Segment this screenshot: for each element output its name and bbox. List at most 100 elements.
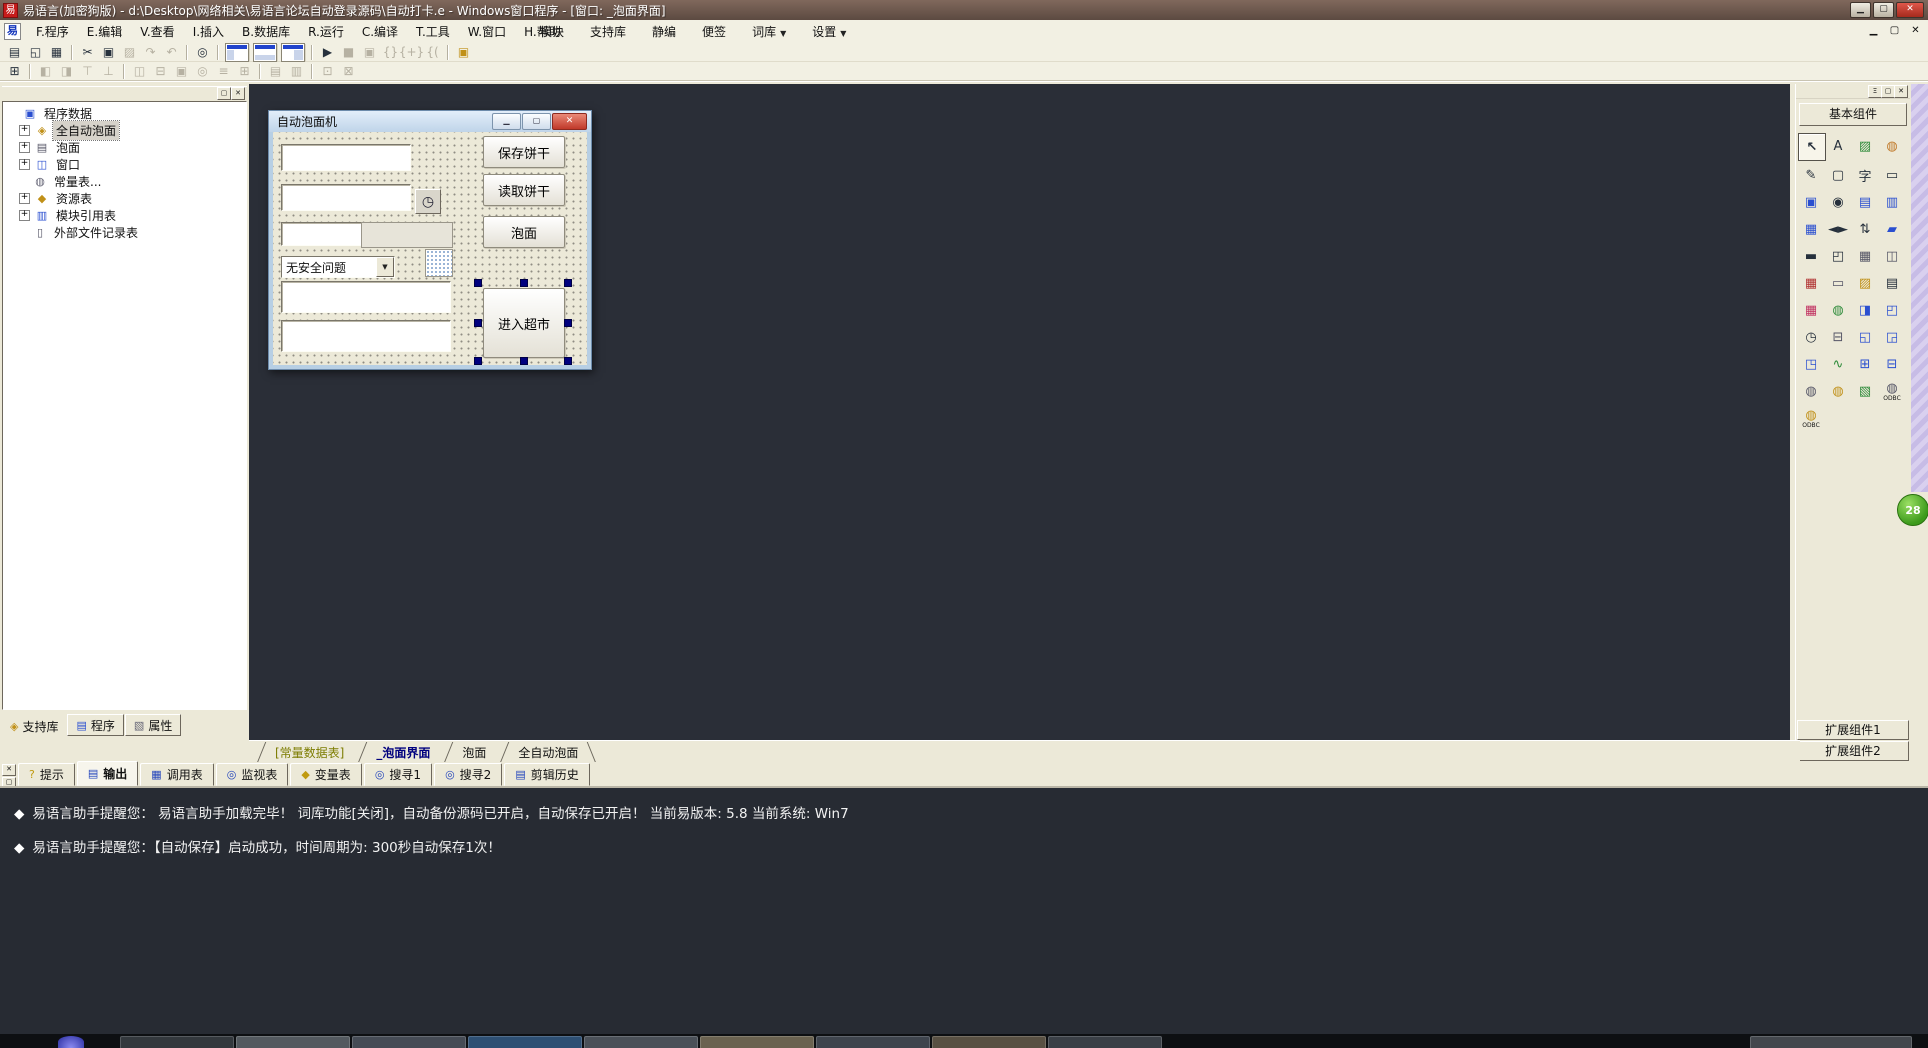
single-line-edit-icon[interactable]: ▭ [1825, 270, 1851, 296]
taskbar-button[interactable] [816, 1036, 930, 1048]
selection-handle[interactable] [564, 319, 572, 327]
form-designer-window[interactable]: 自动泡面机 ▁ ▢ ✕ 保存饼干 ◷ 读取饼干 无安全问题 ▼ 泡面 进入超市 [268, 110, 592, 370]
hscrollbar-icon[interactable]: ◄► [1825, 216, 1851, 242]
extended-components-button-1[interactable]: 扩展组件1 [1797, 720, 1909, 740]
extended-components-button-2[interactable]: 扩展组件2 [1797, 741, 1909, 761]
menu-item-1[interactable]: E.编辑 [78, 20, 131, 43]
toolbox-close-button[interactable]: ✕ [1894, 85, 1908, 98]
minimize-button[interactable]: ▁ [1850, 2, 1871, 18]
label-panel[interactable] [361, 222, 453, 248]
layout-icon[interactable]: ⊟ [1879, 351, 1905, 377]
menu-right-item-1[interactable]: 支持库 [577, 20, 639, 43]
assistant-icon[interactable]: ▣ [454, 44, 473, 61]
copy-icon[interactable]: ▣ [99, 44, 118, 61]
slider-icon[interactable]: ▬ [1798, 243, 1824, 269]
save-icon[interactable]: ▦ [47, 44, 66, 61]
window-component-icon[interactable]: ◰ [1879, 297, 1905, 323]
list-box-icon[interactable]: ▤ [1852, 189, 1878, 215]
form-title-bar[interactable]: 自动泡面机 ▁ ▢ ✕ [269, 111, 591, 132]
client-socket2-icon[interactable]: ◲ [1879, 324, 1905, 350]
start-orb-icon[interactable] [58, 1036, 84, 1048]
cursor-tool-icon[interactable]: ↖ [1798, 133, 1826, 161]
mdi-child-icon[interactable]: 易 [4, 23, 21, 40]
menu-right-item-5[interactable]: 设置 ▼ [799, 20, 859, 43]
database2-icon[interactable]: ◍ [1825, 378, 1851, 404]
new-file-icon[interactable]: ▤ [5, 44, 24, 61]
grid-table-icon[interactable]: ⊞ [1852, 351, 1878, 377]
tree-item-4[interactable]: + ◆ 资源表 [3, 190, 246, 207]
selection-handle[interactable] [564, 279, 572, 287]
menu-right-item-0[interactable]: 模块 [527, 20, 577, 43]
edit-box-icon[interactable]: ✎ [1798, 162, 1824, 188]
menu-item-2[interactable]: V.查看 [131, 20, 183, 43]
open-file-icon[interactable]: ◱ [26, 44, 45, 61]
text-label-icon[interactable]: 字 [1852, 162, 1878, 188]
window-layout-left-icon[interactable] [225, 42, 249, 62]
tree-expander-icon[interactable]: + [19, 142, 30, 153]
checklist-box-icon[interactable]: ▦ [1798, 216, 1824, 242]
tree-expander-icon[interactable]: + [19, 159, 30, 170]
form-design-surface[interactable]: 保存饼干 ◷ 读取饼干 无安全问题 ▼ 泡面 进入超市 [273, 132, 587, 365]
output-tab-搜寻1[interactable]: ◎ 搜寻1 [363, 763, 433, 786]
menu-item-8[interactable]: W.窗口 [459, 20, 515, 43]
panel-tab-支持库[interactable]: ◈ 支持库 [2, 716, 67, 736]
tree-item-3[interactable]: ◍ 常量表... [3, 173, 246, 190]
mdi-minimize-button[interactable]: ▁ [1866, 23, 1881, 38]
tab-control-icon[interactable]: ◰ [1825, 243, 1851, 269]
tree-item-2[interactable]: + ◫ 窗口 [3, 156, 246, 173]
label-component-icon[interactable]: A [1825, 133, 1851, 159]
tree-item-6[interactable]: ▯ 外部文件记录表 [3, 224, 246, 241]
form-grid-icon[interactable]: ⊞ [5, 63, 24, 80]
tree-item-5[interactable]: + ▥ 模块引用表 [3, 207, 246, 224]
project-panel-caption[interactable]: ▢ ✕ [2, 86, 247, 100]
tree-expander-icon[interactable]: + [19, 210, 30, 221]
network-icon[interactable]: ◍ [1825, 297, 1851, 323]
radio-button-icon[interactable]: ◉ [1825, 189, 1851, 215]
basic-components-button[interactable]: 基本组件 [1799, 103, 1907, 126]
read-cookie-button[interactable]: 读取饼干 [483, 174, 565, 206]
enter-market-button[interactable]: 进入超市 [483, 288, 565, 358]
doc-tab-2[interactable]: _泡面界面 [360, 741, 446, 763]
menu-item-4[interactable]: B.数据库 [233, 20, 299, 43]
output-tab-剪辑历史[interactable]: ▤ 剪辑历史 [504, 763, 590, 786]
find-icon[interactable]: ◎ [193, 44, 212, 61]
taskbar-button[interactable] [120, 1036, 234, 1048]
edit-box-5[interactable] [281, 320, 451, 352]
updown-icon[interactable]: ⇅ [1852, 216, 1878, 242]
timer-component-icon[interactable]: ◷ [1798, 324, 1824, 350]
odbc-icon[interactable]: ◍ ODBC [1879, 378, 1905, 404]
doc-tab-3[interactable]: 泡面 [446, 741, 502, 763]
picture-box-icon[interactable]: ▨ [1852, 133, 1878, 159]
client-socket-icon[interactable]: ◱ [1852, 324, 1878, 350]
doc-tab-4[interactable]: 全自动泡面 [502, 741, 594, 763]
combo-dropdown-icon[interactable]: ▼ [376, 257, 394, 277]
menu-item-0[interactable]: F.程序 [27, 20, 78, 43]
tree-item-1[interactable]: + ▤ 泡面 [3, 139, 246, 156]
selection-handle[interactable] [520, 279, 528, 287]
panel-tab-属性[interactable]: ▧ 属性 [124, 714, 182, 736]
output-tab-搜寻2[interactable]: ◎ 搜寻2 [434, 763, 503, 786]
page-spin-icon[interactable]: ◨ [1852, 297, 1878, 323]
menu-right-item-2[interactable]: 静编 [639, 20, 689, 43]
selection-handle[interactable] [474, 357, 482, 365]
selection-handle[interactable] [474, 319, 482, 327]
menu-item-7[interactable]: T.工具 [407, 20, 459, 43]
grid-component[interactable] [425, 249, 453, 277]
date-picker-icon[interactable]: ◫ [1879, 243, 1905, 269]
save-cookie-button[interactable]: 保存饼干 [483, 136, 565, 168]
odbc2-icon[interactable]: ◍ ODBC [1798, 405, 1824, 431]
toolbox-pin-button[interactable]: ▢ [1881, 85, 1895, 98]
tree-expander-icon[interactable]: + [19, 125, 30, 136]
mdi-close-button[interactable]: ✕ [1908, 23, 1923, 38]
directory-box-icon[interactable]: ▨ [1852, 270, 1878, 296]
taskbar-button[interactable] [236, 1036, 350, 1048]
paomian-button[interactable]: 泡面 [483, 216, 565, 248]
edit-box-1[interactable] [281, 144, 411, 171]
animation-icon[interactable]: ▦ [1852, 243, 1878, 269]
taskbar-button[interactable] [352, 1036, 466, 1048]
edit-box-4[interactable] [281, 281, 451, 313]
combo-box-icon[interactable]: ▥ [1879, 189, 1905, 215]
timer-component[interactable]: ◷ [415, 189, 441, 214]
frame-icon[interactable]: ▭ [1879, 162, 1905, 188]
shape-component-icon[interactable]: ◍ [1879, 133, 1905, 159]
